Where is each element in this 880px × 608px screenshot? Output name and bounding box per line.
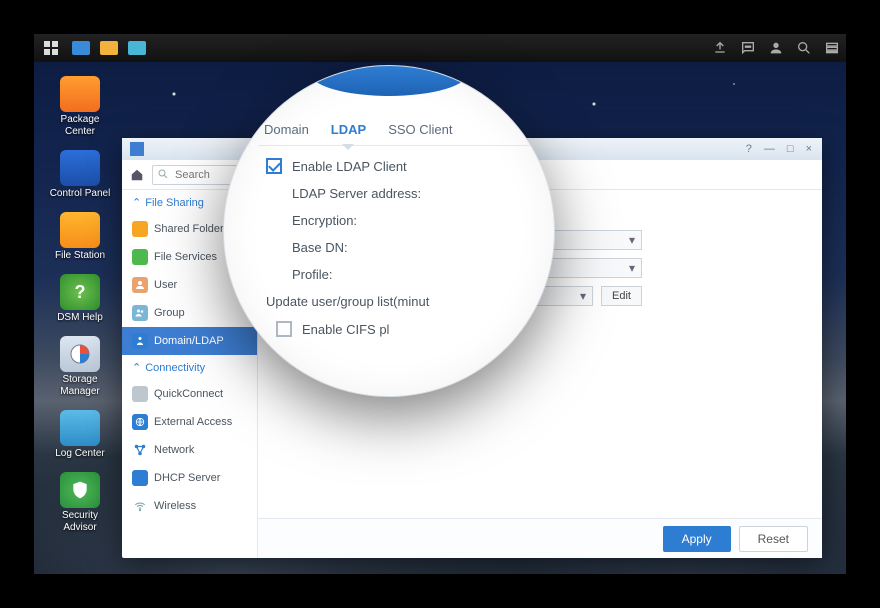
apps-grid-icon[interactable] <box>40 38 66 58</box>
enable-cifs-checkbox[interactable] <box>276 321 292 337</box>
chevron-up-icon: ⌃ <box>132 361 141 374</box>
window-help-button[interactable]: ? <box>744 143 754 155</box>
desktop-icons: Package Center Control Panel File Statio… <box>44 74 116 536</box>
sidebar-item-network[interactable]: Network <box>122 436 257 464</box>
window-minimize-button[interactable]: — <box>762 143 777 155</box>
enable-ldap-label: Enable LDAP Client <box>292 159 407 174</box>
taskbar-pinned-monitor[interactable] <box>124 38 150 58</box>
desktop-icon-log-center[interactable]: Log Center <box>44 408 116 462</box>
field-ldap-server-address: LDAP Server address: <box>292 186 530 201</box>
tab-domain[interactable]: Domain <box>264 122 309 137</box>
form-select-2[interactable]: ▾ <box>542 258 642 278</box>
desktop-icon-package-center[interactable]: Package Center <box>44 74 116 140</box>
enable-cifs-label: Enable CIFS pl <box>302 322 389 337</box>
taskbar-pinned-filemgr[interactable] <box>68 38 94 58</box>
tab-sso-client[interactable]: SSO Client <box>388 122 452 137</box>
enable-ldap-checkbox[interactable] <box>266 158 282 174</box>
user-icon[interactable] <box>768 40 784 56</box>
window-close-button[interactable]: × <box>804 143 814 155</box>
tab-ldap[interactable]: LDAP <box>331 122 366 137</box>
sidebar-item-dhcp-server[interactable]: DHCP Server <box>122 464 257 492</box>
chevron-up-icon: ⌃ <box>132 196 141 209</box>
window-app-icon <box>130 142 144 156</box>
taskbar <box>34 34 846 62</box>
zoom-lens: Domain LDAP SSO Client Enable LDAP Clien… <box>224 66 554 396</box>
window-maximize-button[interactable]: □ <box>785 143 796 155</box>
field-encryption: Encryption: <box>292 213 530 228</box>
chat-icon[interactable] <box>740 40 756 56</box>
field-base-dn: Base DN: <box>292 240 530 255</box>
sidebar-item-external-access[interactable]: External Access <box>122 408 257 436</box>
search-icon[interactable] <box>796 40 812 56</box>
reset-button[interactable]: Reset <box>739 526 808 552</box>
taskbar-pinned-folder[interactable] <box>96 38 122 58</box>
field-profile: Profile: <box>292 267 530 282</box>
home-icon[interactable] <box>128 166 146 184</box>
edit-button[interactable]: Edit <box>601 286 642 306</box>
desktop-icon-security-advisor[interactable]: Security Advisor <box>44 470 116 536</box>
sidebar-item-wireless[interactable]: Wireless <box>122 492 257 520</box>
menu-icon[interactable] <box>824 40 840 56</box>
lens-tabs: Domain LDAP SSO Client <box>258 122 530 146</box>
upload-icon[interactable] <box>712 40 728 56</box>
form-select-1[interactable]: ▾ <box>542 230 642 250</box>
apply-button[interactable]: Apply <box>663 526 731 552</box>
field-update-list: Update user/group list(minut <box>266 294 530 309</box>
desktop-icon-dsm-help[interactable]: ?DSM Help <box>44 272 116 326</box>
desktop-icon-file-station[interactable]: File Station <box>44 210 116 264</box>
desktop-icon-storage-manager[interactable]: Storage Manager <box>44 334 116 400</box>
desktop-icon-control-panel[interactable]: Control Panel <box>44 148 116 202</box>
search-icon <box>157 168 169 183</box>
